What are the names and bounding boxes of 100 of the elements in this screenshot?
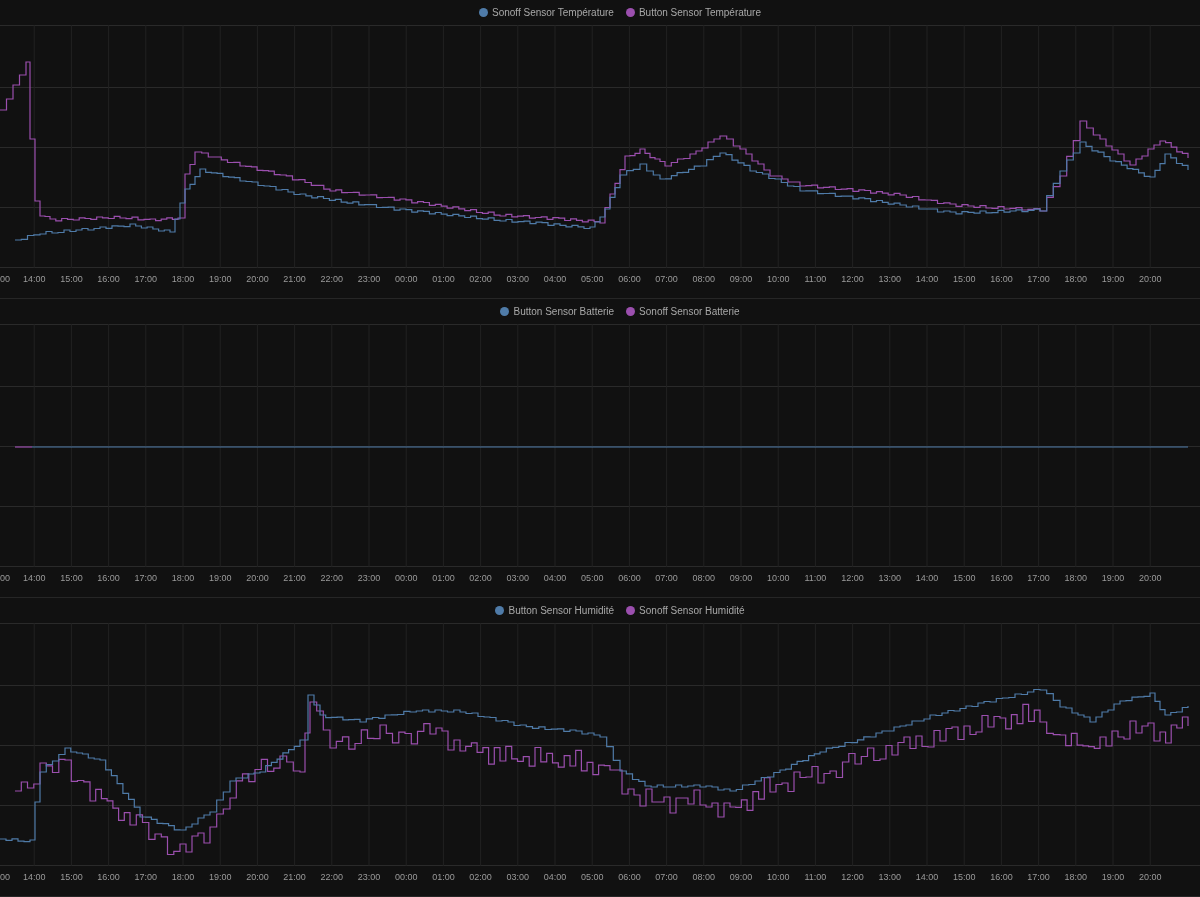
x-axis-label: 15:00 xyxy=(60,274,83,284)
x-axis-label: 02:00 xyxy=(469,274,492,284)
x-axis-label: 12:00 xyxy=(841,274,864,284)
x-axis-label: 00:00 xyxy=(394,872,418,882)
x-axis-label: 14:00 xyxy=(22,573,46,583)
x-axis-label: 22:00 xyxy=(320,274,344,284)
x-axis-label: 06:00 xyxy=(618,872,641,882)
x-axis-label: 01:00 xyxy=(432,872,455,882)
x-axis-label: 04:00 xyxy=(543,573,567,583)
x-axis-label: 07:00 xyxy=(655,274,678,284)
x-axis-label: 17:00 xyxy=(1027,274,1050,284)
x-axis-label: 00:00 xyxy=(394,274,418,284)
x-axis-label: 02:00 xyxy=(469,573,492,583)
x-axis-label: 18:00 xyxy=(171,573,195,583)
x-axis-label: 13:00 xyxy=(878,872,902,882)
x-axis-label: 16:00 xyxy=(990,573,1013,583)
x-axis-label: 18:00 xyxy=(171,274,195,284)
x-axis-label: 12:00 xyxy=(841,872,864,882)
x-axis-label: 19:00 xyxy=(208,872,232,882)
x-axis-label: 19:00 xyxy=(208,573,232,583)
x-axis-label: 06:00 xyxy=(618,573,641,583)
x-axis-label: 15:00 xyxy=(952,872,976,882)
x-axis-label: 13:00 xyxy=(878,274,902,284)
x-axis-label: 23:00 xyxy=(357,872,381,882)
x-axis-label: 07:00 xyxy=(655,573,678,583)
x-axis-label: 00 xyxy=(0,573,10,583)
x-axis-label: 20:00 xyxy=(246,573,269,583)
x-axis-label: 23:00 xyxy=(357,573,381,583)
x-axis-label: 18:00 xyxy=(1064,872,1088,882)
legend-item[interactable]: Sonoff Sensor Humidité xyxy=(626,605,745,616)
x-axis-label: 17:00 xyxy=(134,872,158,882)
x-axis-label: 14:00 xyxy=(22,872,46,882)
x-axis-label: 19:00 xyxy=(1101,872,1125,882)
x-axis-label: 19:00 xyxy=(1101,274,1125,284)
x-axis-label: 08:00 xyxy=(692,872,716,882)
x-axis-label: 10:00 xyxy=(766,573,790,583)
x-axis-label: 08:00 xyxy=(692,573,716,583)
x-axis-label: 01:00 xyxy=(432,573,455,583)
x-axis-label: 10:00 xyxy=(766,274,790,284)
x-axis-label: 01:00 xyxy=(432,274,455,284)
x-axis-label: 17:00 xyxy=(134,274,158,284)
legend-item[interactable]: Sonoff Sensor Batterie xyxy=(626,306,740,317)
x-axis-label: 22:00 xyxy=(320,573,344,583)
legend-item[interactable]: Button Sensor Température xyxy=(625,7,761,18)
x-axis-label: 08:00 xyxy=(692,274,716,284)
x-axis-label: 21:00 xyxy=(283,573,306,583)
x-axis-label: 20:00 xyxy=(1138,274,1162,284)
x-axis-label: 23:00 xyxy=(357,274,381,284)
x-axis-label: 10:00 xyxy=(766,872,790,882)
x-axis-label: 04:00 xyxy=(543,274,567,284)
x-axis-label: 03:00 xyxy=(506,274,530,284)
x-axis-label: 14:00 xyxy=(915,573,939,583)
x-axis-label: 14:00 xyxy=(915,274,939,284)
x-axis-label: 16:00 xyxy=(97,872,120,882)
legend-item[interactable]: Sonoff Sensor Température xyxy=(478,7,614,18)
x-axis-label: 15:00 xyxy=(952,573,976,583)
x-axis-label: 16:00 xyxy=(990,872,1013,882)
x-axis-label: 16:00 xyxy=(97,274,120,284)
x-axis-label: 14:00 xyxy=(22,274,46,284)
x-axis-label: 18:00 xyxy=(171,872,195,882)
x-axis-label: 18:00 xyxy=(1064,274,1088,284)
x-axis-label: 15:00 xyxy=(952,274,976,284)
x-axis-label: 06:00 xyxy=(618,274,641,284)
x-axis-label: 05:00 xyxy=(580,573,604,583)
x-axis-label: 14:00 xyxy=(915,872,939,882)
x-axis-label: 03:00 xyxy=(506,872,530,882)
x-axis-label: 17:00 xyxy=(1027,573,1050,583)
x-axis-label: 16:00 xyxy=(97,573,120,583)
x-axis-label: 00:00 xyxy=(394,573,418,583)
x-axis-label: 22:00 xyxy=(320,872,344,882)
x-axis-label: 21:00 xyxy=(283,872,306,882)
x-axis-label: 20:00 xyxy=(246,274,269,284)
x-axis-label: 00 xyxy=(0,872,10,882)
legend-item[interactable]: Button Sensor Humidité xyxy=(495,605,615,616)
x-axis-label: 09:00 xyxy=(729,274,753,284)
x-axis-label: 07:00 xyxy=(655,872,678,882)
x-axis-label: 09:00 xyxy=(729,573,753,583)
x-axis-label: 15:00 xyxy=(60,872,83,882)
x-axis-label: 12:00 xyxy=(841,573,864,583)
x-axis-label: 20:00 xyxy=(1138,573,1162,583)
x-axis-label: 11:00 xyxy=(804,274,827,284)
x-axis-label: 19:00 xyxy=(208,274,232,284)
x-axis-label: 11:00 xyxy=(804,573,827,583)
x-axis-label: 16:00 xyxy=(990,274,1013,284)
legend-item[interactable]: Button Sensor Batterie xyxy=(500,306,615,317)
x-axis-label: 20:00 xyxy=(1138,872,1162,882)
x-axis-label: 05:00 xyxy=(580,274,604,284)
x-axis-label: 05:00 xyxy=(580,872,604,882)
x-axis-label: 11:00 xyxy=(804,872,827,882)
x-axis-label: 00 xyxy=(0,274,10,284)
x-axis-label: 20:00 xyxy=(246,872,269,882)
x-axis-label: 21:00 xyxy=(283,274,306,284)
x-axis-label: 17:00 xyxy=(1027,872,1050,882)
x-axis-label: 13:00 xyxy=(878,573,902,583)
x-axis-label: 02:00 xyxy=(469,872,492,882)
x-axis-label: 03:00 xyxy=(506,573,530,583)
x-axis-label: 04:00 xyxy=(543,872,567,882)
x-axis-label: 17:00 xyxy=(134,573,158,583)
x-axis-label: 09:00 xyxy=(729,872,753,882)
x-axis-label: 18:00 xyxy=(1064,573,1088,583)
